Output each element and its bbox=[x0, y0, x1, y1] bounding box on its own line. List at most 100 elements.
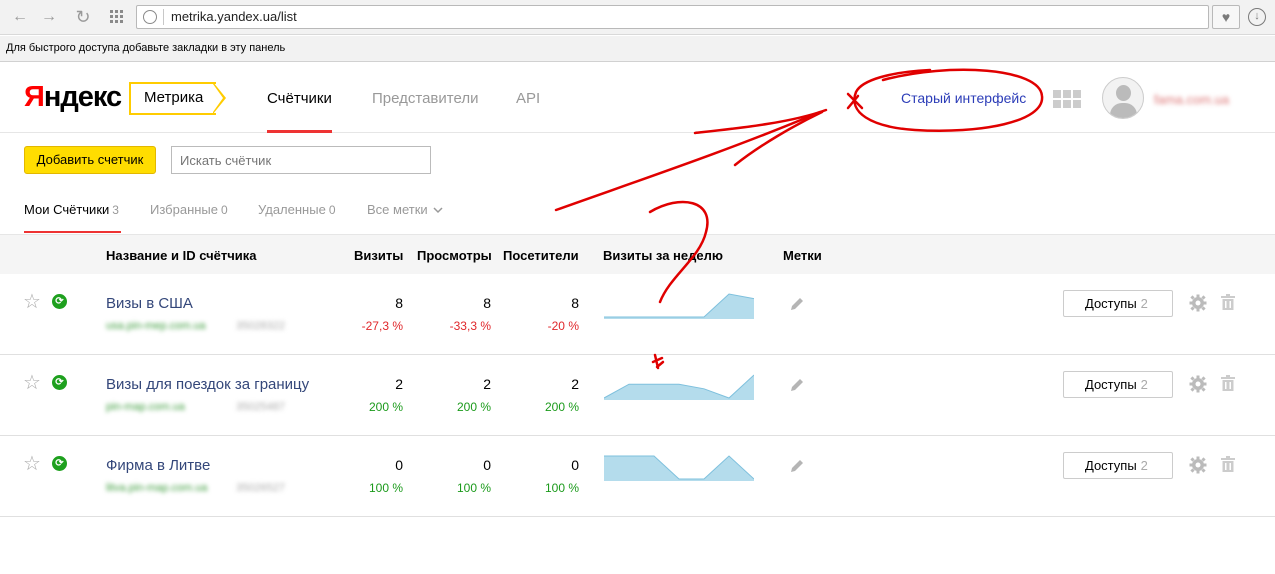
status-ok-icon: ⟳ bbox=[52, 456, 67, 471]
visits-change: -27,3 % bbox=[361, 319, 403, 333]
user-name[interactable]: fama.com.ua bbox=[1154, 92, 1229, 107]
chevron-down-icon bbox=[433, 207, 443, 214]
metrika-label: Метрика bbox=[144, 89, 204, 106]
access-button[interactable]: Доступы 2 bbox=[1063, 290, 1173, 317]
access-button[interactable]: Доступы 2 bbox=[1063, 371, 1173, 398]
access-label: Доступы bbox=[1085, 458, 1137, 473]
subtab-label: Удаленные bbox=[258, 202, 326, 217]
forward-arrow-icon[interactable]: → bbox=[38, 6, 60, 28]
subtab-all-tags[interactable]: Все метки bbox=[367, 202, 443, 217]
counter-domain: usa.pin-mep.com.ua bbox=[106, 320, 206, 332]
edit-pencil-icon[interactable] bbox=[789, 377, 805, 393]
counter-domain: pin-map.com.ua bbox=[106, 401, 185, 413]
avatar-body bbox=[1110, 103, 1137, 118]
favorite-star-icon[interactable]: ☆ bbox=[23, 292, 41, 312]
bookmarks-bar: Для быстрого доступа добавьте закладки в… bbox=[0, 36, 1275, 62]
views-change: -33,3 % bbox=[449, 319, 491, 333]
download-icon[interactable]: ↓ bbox=[1248, 8, 1266, 26]
yandex-logo[interactable]: Яндекс bbox=[24, 81, 122, 114]
weekly-visits-sparkline bbox=[604, 455, 754, 481]
weekly-visits-sparkline bbox=[604, 374, 754, 400]
access-count: 2 bbox=[1140, 458, 1148, 473]
col-visitors[interactable]: Посетители bbox=[503, 248, 579, 263]
visitors-value: 0 bbox=[571, 457, 579, 473]
views-change: 200 % bbox=[456, 400, 491, 414]
active-tab-underline bbox=[267, 130, 332, 133]
counter-domain: litva.pin-map.com.ua bbox=[106, 482, 208, 494]
url-text[interactable]: metrika.yandex.ua/list bbox=[171, 9, 297, 24]
views-value: 8 bbox=[483, 295, 491, 311]
visitors-change: 100 % bbox=[544, 481, 579, 495]
avatar-head bbox=[1116, 85, 1131, 101]
tab-representatives[interactable]: Представители bbox=[372, 90, 478, 107]
table-row: ☆ ⟳ Фирма в Литве litva.pin-map.com.ua 35026… bbox=[0, 436, 1275, 517]
access-label: Доступы bbox=[1085, 296, 1137, 311]
metrika-tag-arrow-inner bbox=[213, 84, 223, 112]
trash-icon[interactable] bbox=[1221, 456, 1235, 472]
access-count: 2 bbox=[1140, 377, 1148, 392]
visits-value: 0 bbox=[395, 457, 403, 473]
trash-icon[interactable] bbox=[1221, 294, 1235, 310]
subtab-label: Мои Счётчики bbox=[24, 202, 110, 217]
tab-counters[interactable]: Счётчики bbox=[267, 90, 332, 107]
col-views[interactable]: Просмотры bbox=[417, 248, 492, 263]
counter-id: 35028322 bbox=[236, 320, 285, 332]
subtab-my-counters[interactable]: Мои Счётчики 3 bbox=[24, 202, 119, 217]
active-subtab-underline bbox=[24, 231, 121, 233]
subtab-label: Избранные bbox=[150, 202, 218, 217]
globe-icon bbox=[143, 10, 157, 24]
address-separator bbox=[163, 9, 164, 25]
visits-change: 100 % bbox=[368, 481, 403, 495]
sparkline-area bbox=[604, 294, 754, 319]
page-header: Яндекс Метрика Счётчики Представители AP… bbox=[0, 63, 1275, 133]
status-ok-icon: ⟳ bbox=[52, 375, 67, 390]
edit-pencil-icon[interactable] bbox=[789, 458, 805, 474]
address-bar[interactable]: metrika.yandex.ua/list bbox=[136, 5, 1209, 29]
bookmark-heart-icon[interactable]: ♥ bbox=[1212, 5, 1240, 29]
logo-first-letter: Я bbox=[24, 81, 45, 113]
old-interface-link[interactable]: Старый интерфейс bbox=[901, 90, 1026, 106]
counter-name-link[interactable]: Визы в США bbox=[106, 295, 193, 312]
col-visits[interactable]: Визиты bbox=[354, 248, 403, 263]
counter-name-link[interactable]: Визы для поездок за границу bbox=[106, 376, 309, 393]
weekly-visits-sparkline bbox=[604, 293, 754, 319]
col-week-visits: Визиты за неделю bbox=[603, 248, 723, 263]
favorite-star-icon[interactable]: ☆ bbox=[23, 373, 41, 393]
favorite-star-icon[interactable]: ☆ bbox=[23, 454, 41, 474]
counter-id: 35025487 bbox=[236, 401, 285, 413]
subtab-favorites[interactable]: Избранные 0 bbox=[150, 202, 228, 217]
visits-value: 2 bbox=[395, 376, 403, 392]
access-button[interactable]: Доступы 2 bbox=[1063, 452, 1173, 479]
views-value: 0 bbox=[483, 457, 491, 473]
col-name[interactable]: Название и ID счётчика bbox=[106, 248, 257, 263]
gear-icon[interactable] bbox=[1189, 294, 1207, 312]
subtab-deleted[interactable]: Удаленные 0 bbox=[258, 202, 336, 217]
visitors-value: 2 bbox=[571, 376, 579, 392]
tab-api[interactable]: API bbox=[516, 90, 540, 107]
sparkline-area bbox=[604, 456, 754, 481]
search-counter-input[interactable] bbox=[171, 146, 431, 174]
add-counter-button[interactable]: Добавить счетчик bbox=[24, 146, 156, 174]
subtab-count: 0 bbox=[328, 203, 336, 217]
subtab-count: 0 bbox=[221, 203, 228, 217]
visitors-value: 8 bbox=[571, 295, 579, 311]
gear-icon[interactable] bbox=[1189, 375, 1207, 393]
counter-name-link[interactable]: Фирма в Литве bbox=[106, 457, 210, 474]
visitors-change: 200 % bbox=[544, 400, 579, 414]
col-tags: Метки bbox=[783, 248, 822, 263]
reload-icon[interactable]: ↻ bbox=[72, 6, 94, 28]
apps-icon[interactable] bbox=[106, 6, 128, 28]
counter-id: 35026527 bbox=[236, 482, 285, 494]
services-grid-icon[interactable] bbox=[1053, 90, 1081, 110]
views-value: 2 bbox=[483, 376, 491, 392]
gear-icon[interactable] bbox=[1189, 456, 1207, 474]
user-avatar[interactable] bbox=[1102, 77, 1144, 119]
visits-value: 8 bbox=[395, 295, 403, 311]
bookmarks-hint: Для быстрого доступа добавьте закладки в… bbox=[6, 42, 286, 54]
views-change: 100 % bbox=[456, 481, 491, 495]
back-arrow-icon[interactable]: ← bbox=[9, 6, 31, 28]
edit-pencil-icon[interactable] bbox=[789, 296, 805, 312]
trash-icon[interactable] bbox=[1221, 375, 1235, 391]
visitors-change: -20 % bbox=[547, 319, 579, 333]
table-row: ☆ ⟳ Визы в США usa.pin-mep.com.ua 35028322 8 -… bbox=[0, 274, 1275, 355]
